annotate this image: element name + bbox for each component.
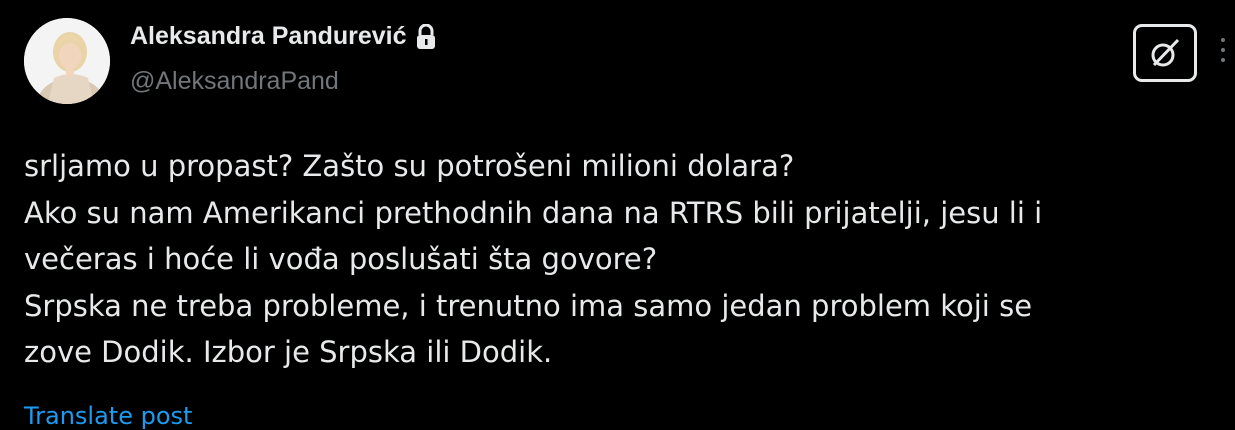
- tweet-line: večeras i hoće li vođa poslušati šta gov…: [24, 242, 658, 276]
- lock-icon: [415, 23, 437, 50]
- tweet-line: zove Dodik. Izbor je Srpska ili Dodik.: [24, 335, 553, 369]
- tweet-line: Srpska ne treba probleme, i trenutno ima…: [24, 288, 1033, 323]
- tweet-line: srljamo u propast? Zašto su potrošeni mi…: [24, 149, 795, 183]
- more-options-icon[interactable]: [1219, 38, 1227, 74]
- tweet-body: srljamo u propast? Zašto su potrošeni mi…: [24, 143, 1204, 376]
- avatar-photo-icon: [24, 18, 110, 104]
- avatar[interactable]: [24, 18, 110, 104]
- author-display-name[interactable]: Aleksandra Pandurević: [130, 22, 437, 51]
- tweet-card: Aleksandra Pandurević @AleksandraPand sr…: [0, 0, 1235, 430]
- grok-icon: [1151, 38, 1180, 67]
- author-handle[interactable]: @AleksandraPand: [130, 67, 339, 96]
- display-name-text: Aleksandra Pandurević: [130, 22, 407, 50]
- grok-button[interactable]: [1133, 24, 1197, 82]
- translate-post-link[interactable]: Translate post: [24, 402, 192, 430]
- tweet-line: Ako su nam Amerikanci prethodnih dana na…: [24, 195, 1043, 230]
